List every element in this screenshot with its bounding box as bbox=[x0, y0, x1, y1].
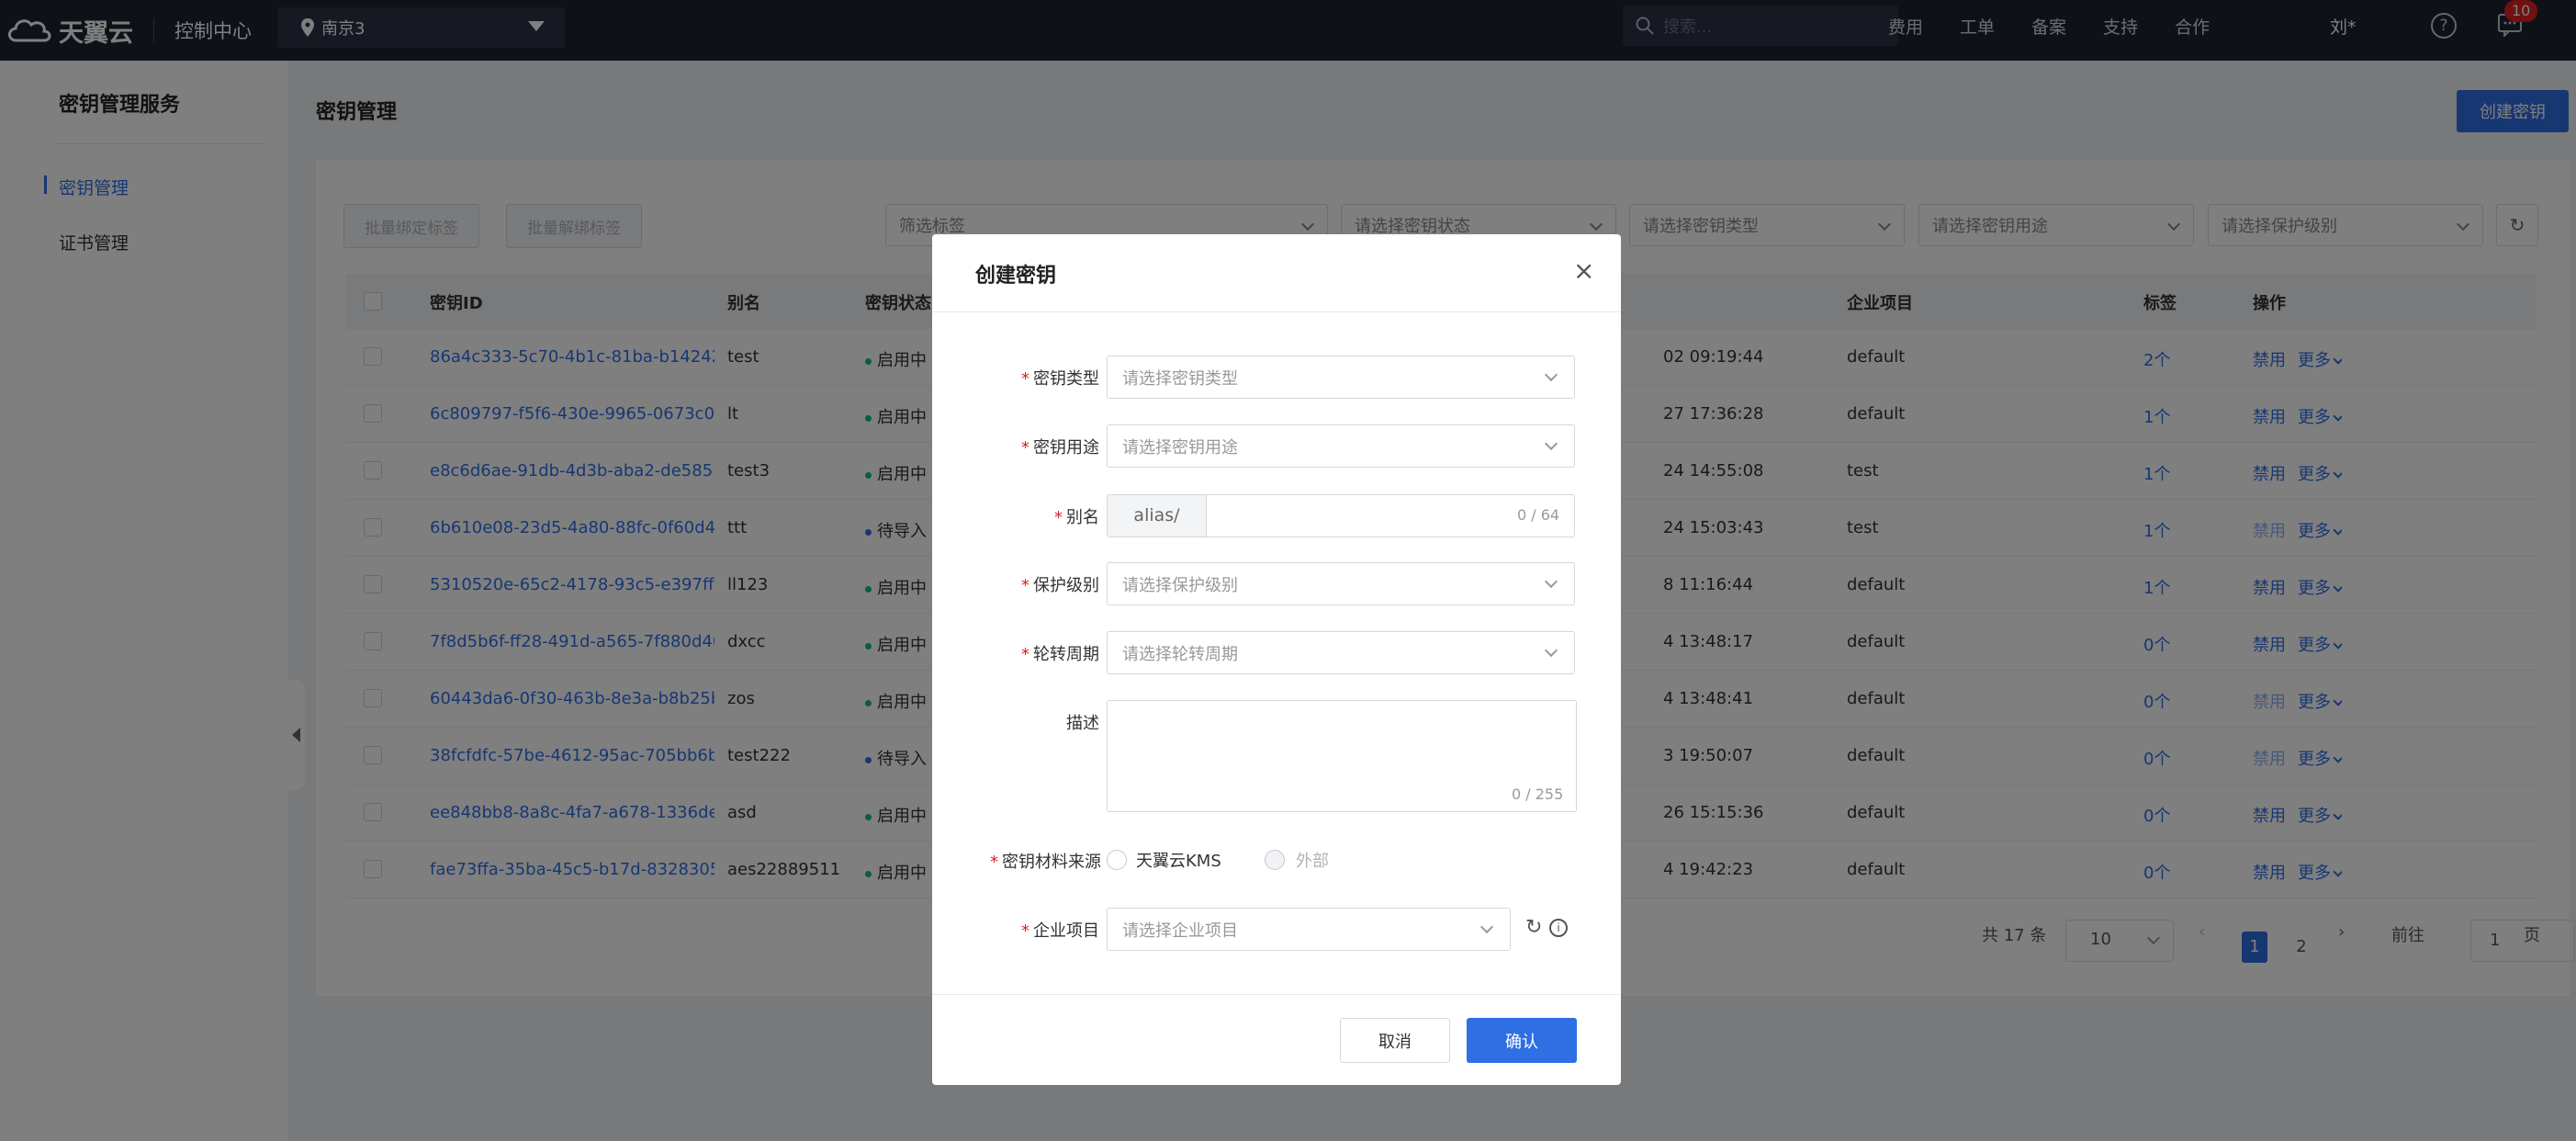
field-label-enterprise-project: * 企业项目 bbox=[1021, 921, 1099, 941]
field-label-protection-level: * 保护级别 bbox=[1021, 576, 1099, 595]
rotation-period-placeholder: 请选择轮转周期 bbox=[1122, 644, 1238, 664]
divider bbox=[932, 311, 1621, 312]
key-usage-placeholder: 请选择密钥用途 bbox=[1122, 437, 1238, 458]
radio-source-external[interactable] bbox=[1265, 850, 1285, 870]
description-textarea[interactable] bbox=[1107, 700, 1577, 812]
cancel-button[interactable]: 取消 bbox=[1340, 1018, 1450, 1063]
confirm-button[interactable]: 确认 bbox=[1467, 1018, 1577, 1063]
protection-level-label-text: 保护级别 bbox=[1033, 576, 1099, 595]
field-label-key-usage: * 密钥用途 bbox=[1021, 438, 1099, 458]
chevron-down-icon bbox=[1479, 920, 1494, 934]
key-type-label-text: 密钥类型 bbox=[1033, 369, 1099, 389]
chevron-down-icon bbox=[1544, 643, 1558, 658]
divider bbox=[932, 994, 1621, 995]
field-label-rotation-period: * 轮转周期 bbox=[1021, 645, 1099, 664]
radio-label-external[interactable]: 外部 bbox=[1296, 848, 1329, 872]
enterprise-project-placeholder: 请选择企业项目 bbox=[1122, 921, 1238, 941]
key-usage-label-text: 密钥用途 bbox=[1033, 438, 1099, 458]
radio-source-kms[interactable] bbox=[1107, 850, 1127, 870]
field-label-key-material-source: * 密钥材料来源 bbox=[990, 853, 1101, 872]
enterprise-project-select[interactable]: 请选择企业项目 bbox=[1107, 908, 1511, 951]
close-icon[interactable]: × bbox=[1573, 258, 1594, 284]
alias-label-text: 别名 bbox=[1066, 508, 1099, 527]
key-type-select[interactable]: 请选择密钥类型 bbox=[1107, 356, 1575, 399]
chevron-down-icon bbox=[1544, 367, 1558, 382]
description-char-counter: 0 / 255 bbox=[1512, 785, 1564, 803]
alias-char-counter: 0 / 64 bbox=[1517, 506, 1560, 524]
key-usage-select[interactable]: 请选择密钥用途 bbox=[1107, 424, 1575, 468]
protection-level-select[interactable]: 请选择保护级别 bbox=[1107, 562, 1575, 605]
refresh-icon[interactable]: ↻ bbox=[1525, 918, 1542, 938]
field-label-key-type: * 密钥类型 bbox=[1021, 369, 1099, 389]
field-label-description: 描述 bbox=[1066, 714, 1099, 733]
key-type-placeholder: 请选择密钥类型 bbox=[1122, 368, 1238, 389]
info-icon[interactable]: i bbox=[1549, 919, 1568, 937]
create-key-dialog: 创建密钥 × * 密钥类型 请选择密钥类型 * 密钥用途 请选择密钥用途 * 别名 a… bbox=[932, 234, 1621, 1085]
chevron-down-icon bbox=[1544, 436, 1558, 451]
chevron-down-icon bbox=[1544, 574, 1558, 589]
key-material-source-label-text: 密钥材料来源 bbox=[1002, 853, 1101, 872]
field-label-alias: * 别名 bbox=[1054, 508, 1099, 527]
dialog-title: 创建密钥 bbox=[975, 265, 1057, 288]
protection-level-placeholder: 请选择保护级别 bbox=[1122, 575, 1238, 595]
alias-prefix: alias/ bbox=[1107, 494, 1207, 537]
radio-label-kms[interactable]: 天翼云KMS bbox=[1136, 848, 1221, 872]
enterprise-project-label-text: 企业项目 bbox=[1033, 921, 1099, 941]
rotation-period-select[interactable]: 请选择轮转周期 bbox=[1107, 631, 1575, 674]
rotation-period-label-text: 轮转周期 bbox=[1033, 645, 1099, 664]
